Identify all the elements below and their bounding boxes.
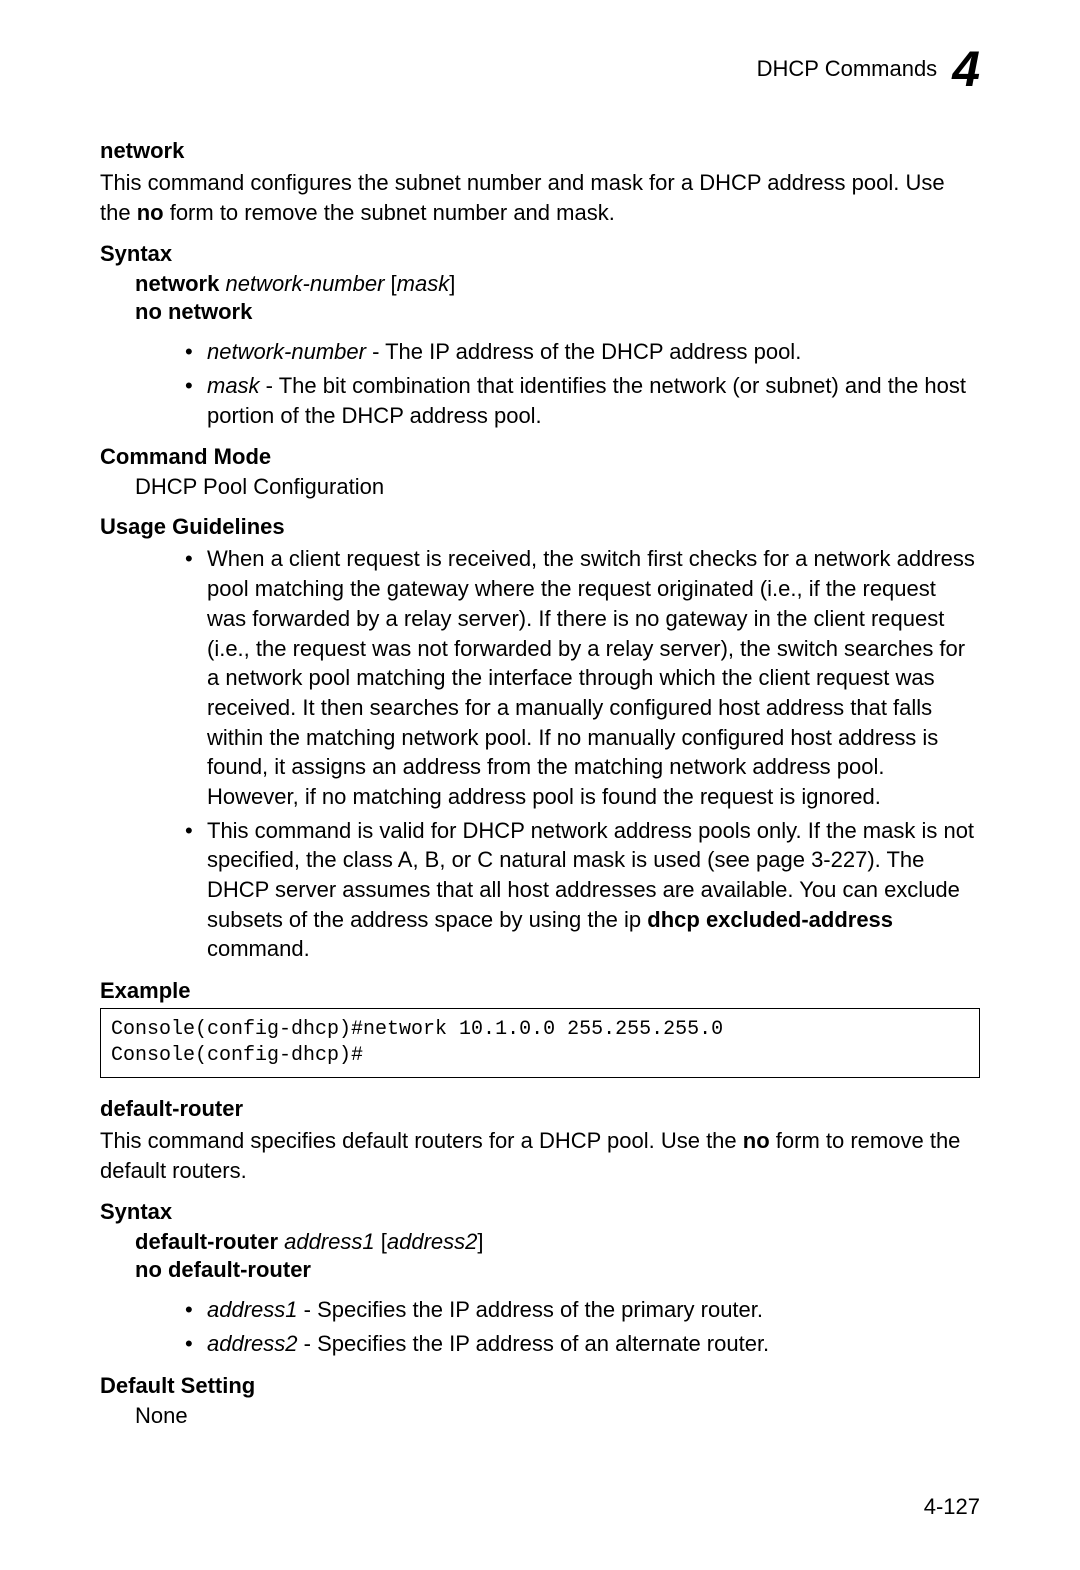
syntax-bracket-close: ] <box>449 271 455 296</box>
command-mode-heading: Command Mode <box>100 444 980 470</box>
param-name: address2 <box>207 1331 298 1356</box>
example-code-block: Console(config-dhcp)#network 10.1.0.0 25… <box>100 1008 980 1078</box>
syntax-heading: Syntax <box>100 241 980 267</box>
intro-text-bold: no <box>743 1128 770 1153</box>
param-name: network-number <box>207 339 366 364</box>
syntax-line-1: default-router address1 [address2] <box>135 1229 980 1255</box>
syntax-bracket-close: ] <box>477 1229 483 1254</box>
syntax-no-line: no default-router <box>135 1257 980 1283</box>
intro-text-part1: This command specifies default routers f… <box>100 1128 743 1153</box>
example-heading: Example <box>100 978 980 1004</box>
network-intro: This command configures the subnet numbe… <box>100 168 980 227</box>
intro-text-part2: form to remove the subnet number and mas… <box>164 200 615 225</box>
command-mode-text: DHCP Pool Configuration <box>135 474 980 500</box>
param-desc: - The bit combination that identifies th… <box>207 373 966 428</box>
default-setting-text: None <box>135 1403 980 1429</box>
param-desc: - Specifies the IP address of the primar… <box>298 1297 763 1322</box>
param-desc: - Specifies the IP address of an alterna… <box>298 1331 770 1356</box>
page-header: DHCP Commands 4 <box>100 40 980 98</box>
usage-heading: Usage Guidelines <box>100 514 980 540</box>
default-setting-heading: Default Setting <box>100 1373 980 1399</box>
syntax-bracket-open: [ <box>384 271 396 296</box>
syntax-no-line: no network <box>135 299 980 325</box>
section-default-router: default-router This command specifies de… <box>100 1096 980 1429</box>
syntax-italic2: mask <box>397 271 450 296</box>
usage-item: This command is valid for DHCP network a… <box>185 816 980 964</box>
intro-text-bold: no <box>137 200 164 225</box>
syntax-italic1: address1 <box>278 1229 375 1254</box>
syntax-bracket-open: [ <box>375 1229 387 1254</box>
usage-text-part2: command. <box>207 936 310 961</box>
param-desc: - The IP address of the DHCP address poo… <box>366 339 801 364</box>
syntax-italic1: network-number <box>219 271 384 296</box>
param-item: network-number - The IP address of the D… <box>185 337 980 367</box>
param-item: mask - The bit combination that identifi… <box>185 371 980 430</box>
syntax-params-list: network-number - The IP address of the D… <box>185 337 980 430</box>
command-title-default-router: default-router <box>100 1096 980 1122</box>
chapter-number-icon: 4 <box>952 40 980 98</box>
param-item: address1 - Specifies the IP address of t… <box>185 1295 980 1325</box>
param-name: mask <box>207 373 260 398</box>
default-router-intro: This command specifies default routers f… <box>100 1126 980 1185</box>
syntax-params-list: address1 - Specifies the IP address of t… <box>185 1295 980 1358</box>
syntax-line-1: network network-number [mask] <box>135 271 980 297</box>
syntax-bold: default-router <box>135 1229 278 1254</box>
usage-text-bold: dhcp excluded-address <box>647 907 893 932</box>
page-number: 4-127 <box>924 1494 980 1520</box>
header-title: DHCP Commands <box>757 56 938 82</box>
syntax-bold: network <box>135 271 219 296</box>
param-item: address2 - Specifies the IP address of a… <box>185 1329 980 1359</box>
usage-list: When a client request is received, the s… <box>185 544 980 964</box>
section-network: network This command configures the subn… <box>100 138 980 1078</box>
syntax-heading: Syntax <box>100 1199 980 1225</box>
syntax-italic2: address2 <box>387 1229 478 1254</box>
param-name: address1 <box>207 1297 298 1322</box>
command-title-network: network <box>100 138 980 164</box>
usage-item: When a client request is received, the s… <box>185 544 980 811</box>
